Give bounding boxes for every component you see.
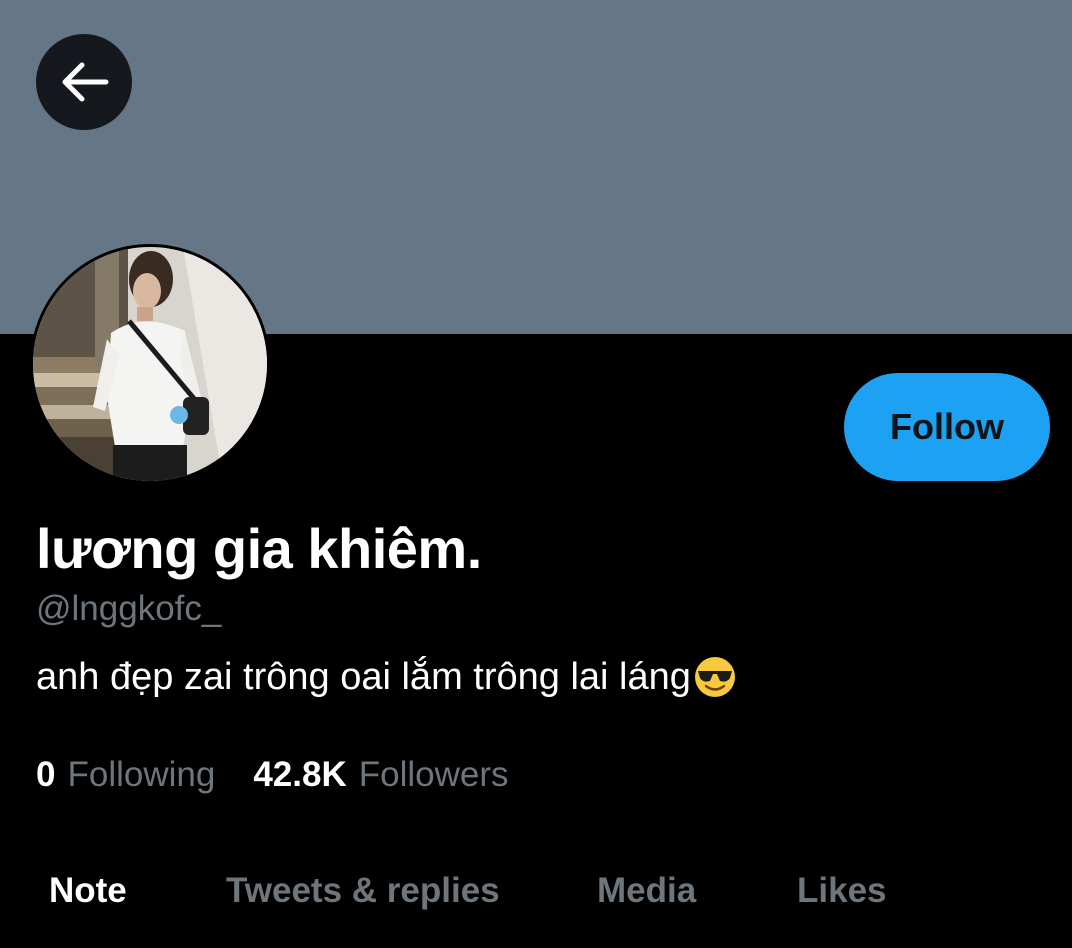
smiling-face-with-sunglasses-icon (693, 655, 737, 699)
bio-text: anh đẹp zai trông oai lắm trông lai láng (36, 656, 691, 698)
back-button[interactable] (36, 34, 132, 130)
followers-label: Followers (358, 755, 509, 794)
following-stat[interactable]: 0 Following (36, 754, 215, 796)
avatar-photo (33, 247, 267, 481)
user-handle: @lnggkofc_ (36, 589, 222, 628)
tab-media[interactable]: Media (597, 860, 696, 922)
tab-note[interactable]: Note (49, 860, 127, 922)
followers-count: 42.8K (253, 755, 347, 794)
following-label: Following (67, 755, 216, 794)
following-count: 0 (36, 755, 56, 794)
tab-likes[interactable]: Likes (797, 860, 887, 922)
avatar[interactable] (30, 244, 270, 484)
arrow-left-icon (58, 56, 110, 108)
follow-button-label: Follow (890, 406, 1004, 447)
tab-tweets-and-replies[interactable]: Tweets & replies (226, 860, 500, 922)
profile-stats: 0 Following 42.8K Followers (36, 754, 509, 796)
followers-stat[interactable]: 42.8K Followers (253, 754, 508, 796)
profile-tabs: Note Tweets & replies Media Likes (0, 860, 1072, 922)
profile-bio: anh đẹp zai trông oai lắm trông lai láng (36, 652, 737, 702)
follow-button[interactable]: Follow (844, 373, 1050, 481)
display-name: lương gia khiêm. (36, 517, 482, 580)
